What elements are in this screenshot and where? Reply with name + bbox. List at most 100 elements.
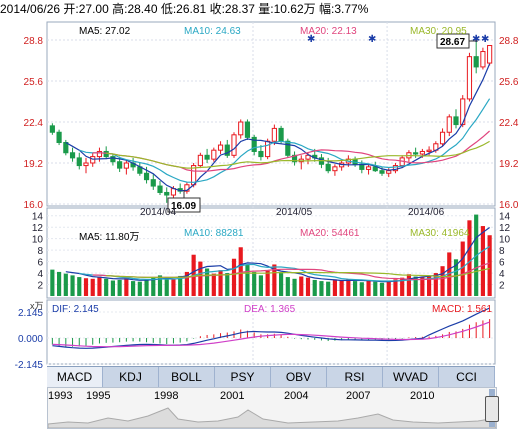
price-tick-right: 25.6 [499, 77, 519, 88]
candle-body [56, 131, 62, 143]
timeline-year-1993: 1993 [48, 390, 73, 402]
tab-obv[interactable]: OBV [271, 367, 327, 387]
price-ma20-label: MA20: 22.13 [300, 26, 357, 37]
candle-body [372, 166, 378, 172]
volume-bar [487, 235, 492, 296]
candle-body [487, 45, 493, 64]
volume-bar [299, 276, 304, 296]
candle-body [76, 157, 82, 167]
macd-value-label: MACD: 1.561 [432, 304, 493, 315]
volume-tick-left: 14 [32, 212, 44, 223]
history-timeline-navigator[interactable]: 1993 1995 1998 2001 2004 2007 2010 [47, 387, 499, 429]
candle-body [69, 152, 76, 159]
volume-bar [366, 280, 371, 296]
volume-bar [137, 281, 142, 296]
volume-bar [379, 282, 385, 296]
volume-bar [70, 275, 75, 296]
timeline-area [48, 407, 496, 428]
volume-bar [50, 269, 55, 296]
tab-psy[interactable]: PSY [215, 367, 271, 387]
volume-tick-right: 14 [499, 212, 511, 223]
volume-bar [151, 277, 156, 296]
volume-bar [339, 280, 344, 296]
candle-body [466, 56, 473, 100]
volume-bar [198, 261, 203, 296]
candle-body [278, 127, 284, 142]
volume-bar [110, 280, 115, 296]
volume-bar [218, 270, 223, 296]
candle-body [446, 116, 452, 133]
price-tick-left: 16.0 [24, 200, 44, 211]
tab-boll[interactable]: BOLL [159, 367, 215, 387]
volume-tick-left: 10 [32, 235, 44, 246]
volume-bar [171, 278, 176, 296]
candle-body [244, 121, 251, 138]
candle-body [413, 152, 419, 155]
volume-bar [305, 277, 311, 296]
price-ma30-label: MA30: 20.95 [410, 26, 467, 37]
candle-body [150, 179, 156, 187]
volume-bar [225, 273, 230, 296]
volume-ma10-label: MA10: 88281 [184, 228, 244, 239]
high-callout: 28.67 [440, 37, 465, 48]
volume-ma30-label: MA30: 41964 [410, 228, 470, 239]
volume-unit-label: x万 [30, 301, 44, 311]
timeline-year-1998: 1998 [154, 390, 179, 402]
tab-cci[interactable]: CCI [439, 367, 495, 387]
volume-bar [83, 278, 89, 296]
volume-tick-left: 4 [37, 269, 43, 280]
volume-bar [326, 281, 331, 296]
timeline-year-2004: 2004 [284, 390, 309, 402]
marker-star-icon: ✱ [368, 34, 376, 45]
price-tick-right: 19.2 [499, 159, 519, 170]
price-tick-left: 19.2 [24, 159, 44, 170]
price-tick-left: 25.6 [24, 77, 44, 88]
volume-bar [131, 281, 136, 296]
candle-body [204, 154, 210, 160]
volume-bar [440, 266, 445, 296]
candle-body [231, 134, 237, 156]
price-ma5-label: MA5: 27.02 [79, 26, 131, 37]
volume-tick-right: 8 [499, 246, 505, 257]
volume-bar [373, 281, 378, 296]
x-label-april: 2014/04 [140, 207, 177, 218]
price-tick-left: 28.8 [24, 36, 44, 47]
tab-wvad[interactable]: WVAD [383, 367, 439, 387]
volume-bar [258, 275, 263, 296]
tab-rsi[interactable]: RSI [327, 367, 383, 387]
price-tick-right: 28.8 [499, 36, 519, 47]
volume-bar [279, 273, 284, 296]
volume-bar [285, 277, 290, 296]
candle-body [83, 162, 89, 167]
volume-bar [265, 270, 270, 296]
volume-tick-right: 10 [499, 235, 511, 246]
volume-bar [292, 278, 297, 296]
timeline-year-2007: 2007 [346, 390, 371, 402]
candle-body [332, 166, 338, 172]
volume-bar [332, 279, 337, 296]
candle-body [480, 51, 486, 68]
volume-tick-right: 6 [499, 258, 505, 269]
candle-body [426, 149, 432, 152]
candle-body [197, 154, 203, 167]
volume-bar [90, 278, 95, 296]
tab-kdj[interactable]: KDJ [103, 367, 159, 387]
timeline-drag-grip[interactable] [485, 396, 499, 422]
volume-bar [77, 277, 82, 296]
volume-tick-right: 4 [499, 269, 505, 280]
volume-bar [245, 265, 250, 296]
candle-body [49, 125, 55, 133]
candle-body [143, 172, 150, 181]
volume-bar [57, 271, 62, 296]
volume-bar [353, 281, 358, 296]
candle-body [453, 116, 459, 126]
volume-bar [393, 279, 398, 296]
timeline-year-2010: 2010 [410, 390, 435, 402]
volume-ma20-label: MA20: 54461 [300, 228, 360, 239]
volume-bar [97, 276, 102, 296]
macd-dif-label: DIF: 2.145 [52, 304, 99, 315]
candle-body [103, 150, 109, 158]
tab-macd[interactable]: MACD [47, 367, 103, 387]
macd-tick-left: 0.000 [18, 334, 43, 345]
volume-bar [312, 279, 317, 296]
